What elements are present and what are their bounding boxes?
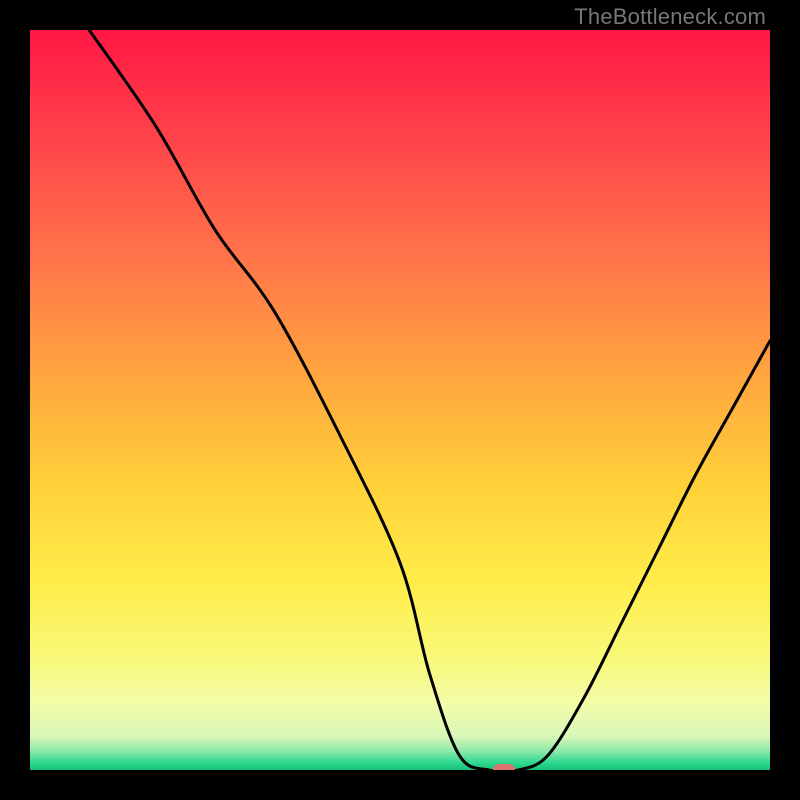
plot-area xyxy=(30,30,770,770)
chart-frame: TheBottleneck.com xyxy=(0,0,800,800)
bottleneck-curve xyxy=(30,30,770,770)
watermark-text: TheBottleneck.com xyxy=(574,4,766,30)
optimum-marker xyxy=(493,764,515,770)
